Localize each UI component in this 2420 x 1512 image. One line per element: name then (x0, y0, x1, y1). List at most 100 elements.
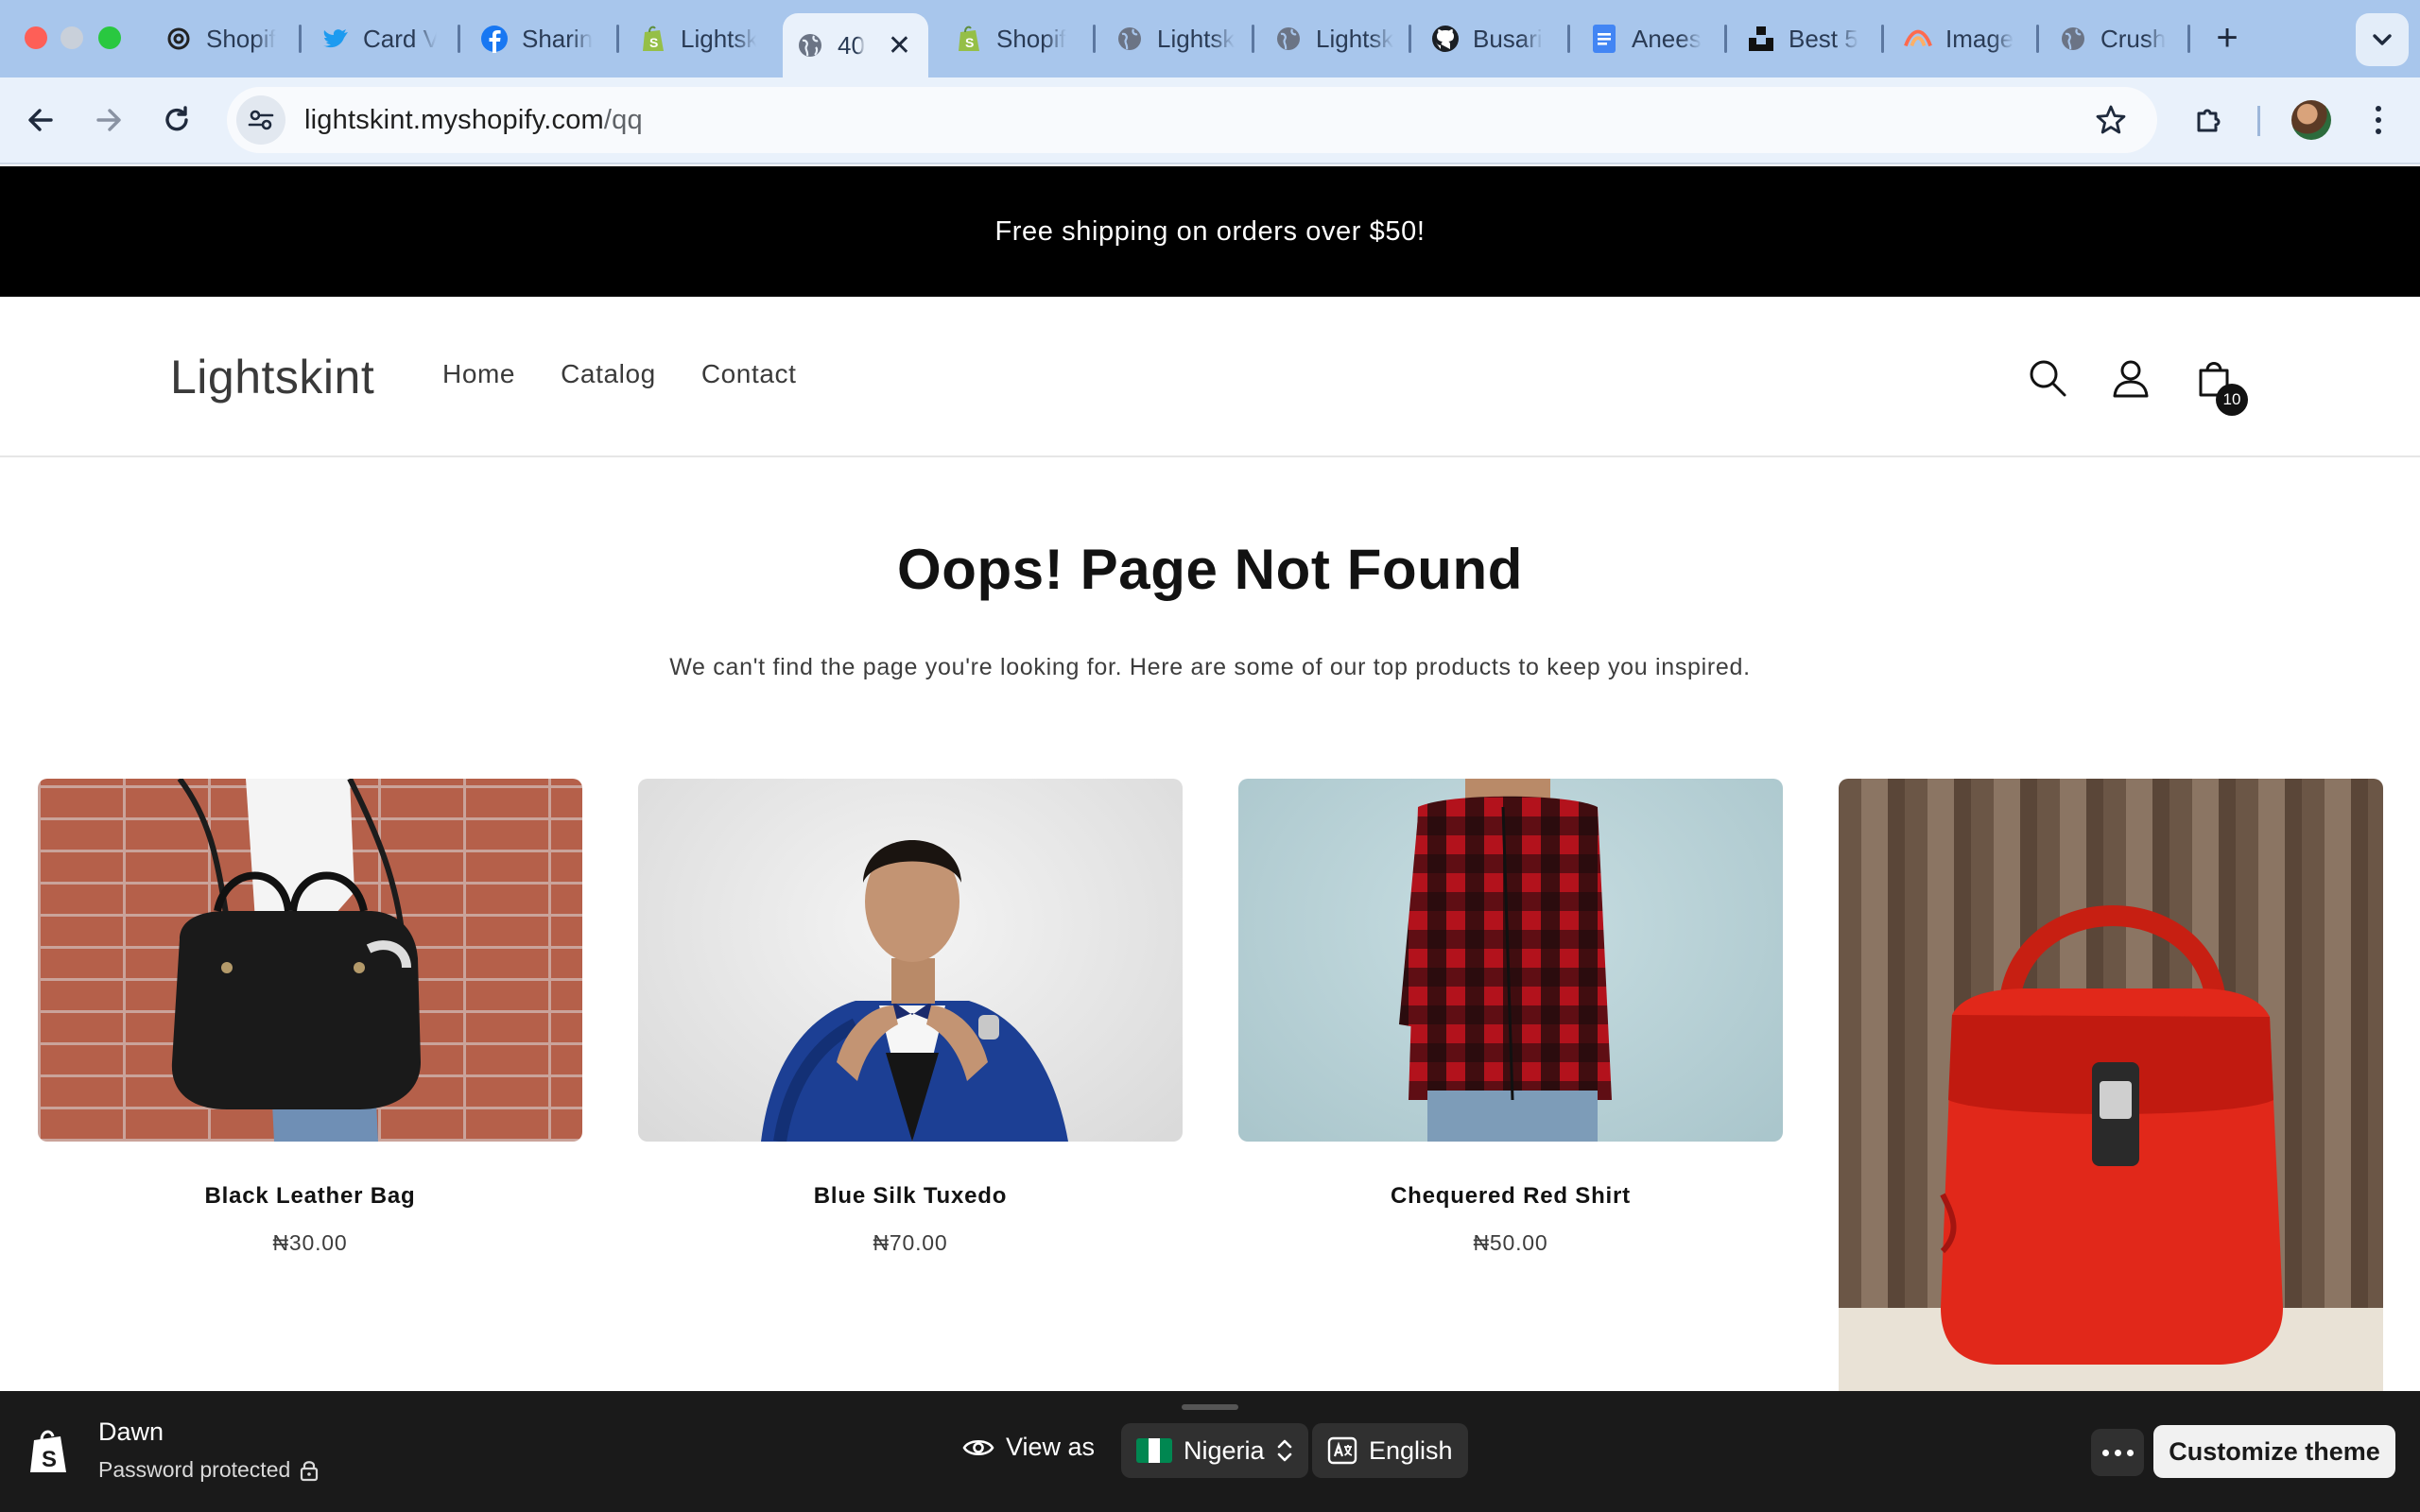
tab-divider (299, 25, 302, 53)
lock-icon (301, 1460, 319, 1481)
docs-icon (1590, 25, 1618, 53)
maximize-window-button[interactable] (98, 26, 121, 49)
product-card[interactable]: Blue Silk Tuxedo ₦70.00 (638, 779, 1183, 1256)
tab-label: Anees (1632, 24, 1702, 53)
product-card[interactable]: Chequered Red Shirt ₦50.00 (1238, 779, 1783, 1256)
tab-divider (458, 25, 460, 53)
drag-handle[interactable] (1182, 1404, 1238, 1410)
tuxedo-photo (761, 840, 1068, 1142)
browser-tab[interactable]: Image (1891, 13, 2042, 64)
tab-divider (1724, 25, 1727, 53)
extensions-button[interactable] (2186, 96, 2233, 144)
browser-tab[interactable]: Card V (308, 13, 450, 64)
openai-icon (164, 25, 193, 53)
tab-label: Card V (363, 24, 437, 53)
minimize-window-button[interactable] (60, 26, 83, 49)
tab-divider (2036, 25, 2039, 53)
browser-tab-active[interactable]: 40 ✕ (783, 13, 928, 77)
account-button[interactable] (2104, 352, 2157, 404)
bookmark-button[interactable] (2087, 96, 2135, 144)
star-icon (2096, 105, 2126, 134)
tab-label: 40 (838, 30, 865, 60)
arrow-right-icon (96, 109, 121, 131)
url-host: lightskint.myshopify.com (304, 104, 604, 135)
product-image[interactable] (1839, 779, 2383, 1391)
product-name[interactable]: Chequered Red Shirt (1238, 1183, 1783, 1210)
language-selector[interactable]: English (1312, 1423, 1468, 1478)
facebook-icon (480, 25, 509, 53)
address-bar[interactable]: lightskint.myshopify.com/qq (227, 87, 2157, 153)
forward-button[interactable] (85, 96, 132, 144)
tab-label: Image (1945, 24, 2014, 53)
tab-divider (2187, 25, 2190, 53)
new-tab-button[interactable]: + (2208, 17, 2246, 59)
profile-avatar[interactable] (2291, 100, 2331, 140)
browser-tab[interactable]: S Lightsk (626, 13, 769, 64)
chevron-up-down-icon (1277, 1439, 1291, 1462)
customize-theme-button[interactable]: Customize theme (2153, 1425, 2395, 1478)
browser-menu-button[interactable] (2360, 96, 2397, 144)
nav-catalog[interactable]: Catalog (561, 359, 656, 389)
product-image[interactable] (38, 779, 582, 1142)
product-image[interactable] (1238, 779, 1783, 1142)
red-shirt-photo (1399, 779, 1612, 1142)
product-name[interactable]: Blue Silk Tuxedo (638, 1183, 1183, 1210)
browser-tab[interactable]: Best 5 (1734, 13, 1885, 64)
reload-icon (165, 106, 188, 131)
product-name[interactable]: Black Leather Bag (38, 1183, 582, 1210)
nav-contact[interactable]: Contact (701, 359, 797, 389)
announcement-bar: Free shipping on orders over $50! (0, 166, 2420, 297)
browser-tab[interactable]: Lightsk (1261, 13, 1409, 64)
arrow-left-icon (28, 109, 53, 131)
browser-tab[interactable]: Crush (2046, 13, 2186, 64)
svg-text:S: S (649, 35, 658, 50)
tab-label: Lightsk (1157, 24, 1236, 53)
back-button[interactable] (17, 96, 64, 144)
tab-divider (616, 25, 619, 53)
tab-divider (1567, 25, 1570, 53)
twitter-icon (321, 25, 350, 53)
shopify-bag-icon: S (26, 1425, 72, 1478)
browser-tab[interactable]: Busari (1418, 13, 1567, 64)
product-image[interactable] (638, 779, 1183, 1142)
more-actions-button[interactable] (2091, 1429, 2144, 1476)
tab-divider (1409, 25, 1411, 53)
close-window-button[interactable] (25, 26, 47, 49)
nigeria-flag-icon (1136, 1438, 1172, 1463)
country-selector[interactable]: Nigeria (1121, 1423, 1308, 1478)
globe-icon (2059, 25, 2087, 53)
url-path: /qq (603, 104, 643, 135)
globe-icon (1115, 25, 1144, 53)
view-as-text: View as (1006, 1433, 1096, 1461)
product-card[interactable]: Black Leather Bag ₦30.00 (38, 779, 582, 1256)
browser-tab[interactable]: Shopif (151, 13, 293, 64)
cart-button[interactable]: 10 (2187, 352, 2248, 416)
tab-label: Best 5 (1789, 24, 1858, 53)
shopify-icon: S (955, 25, 983, 53)
browser-tab[interactable]: S Shopif (942, 13, 1093, 64)
country-label: Nigeria (1184, 1435, 1265, 1465)
search-button[interactable] (2021, 352, 2074, 404)
product-card[interactable] (1839, 779, 2383, 1391)
tab-label: Shopif (996, 24, 1066, 53)
browser-tab[interactable]: Sharin (467, 13, 611, 64)
password-status-label: Password protected (98, 1457, 291, 1482)
nav-home[interactable]: Home (442, 359, 515, 389)
main-nav: Home Catalog Contact (442, 359, 797, 389)
url-text: lightskint.myshopify.com/qq (304, 105, 643, 136)
store-logo[interactable]: Lightskint (170, 350, 374, 404)
browser-tab[interactable]: Lightsk (1102, 13, 1252, 64)
close-tab-icon[interactable]: ✕ (888, 29, 911, 62)
browser-tab[interactable]: Anees (1577, 13, 1728, 64)
view-as-label: View as (962, 1433, 1095, 1462)
cart-count-badge: 10 (2216, 384, 2248, 416)
globe-icon (1274, 25, 1303, 53)
site-info-button[interactable] (236, 95, 285, 145)
shopify-preview-bar: S Dawn Password protected View as Nigeri… (0, 1391, 2420, 1512)
tab-label: Lightsk (1316, 24, 1394, 53)
reload-button[interactable] (153, 96, 200, 144)
search-icon (2030, 360, 2066, 397)
puzzle-icon (2197, 109, 2221, 132)
tab-search-button[interactable] (2356, 13, 2409, 66)
chevron-down-icon (2373, 34, 2392, 45)
